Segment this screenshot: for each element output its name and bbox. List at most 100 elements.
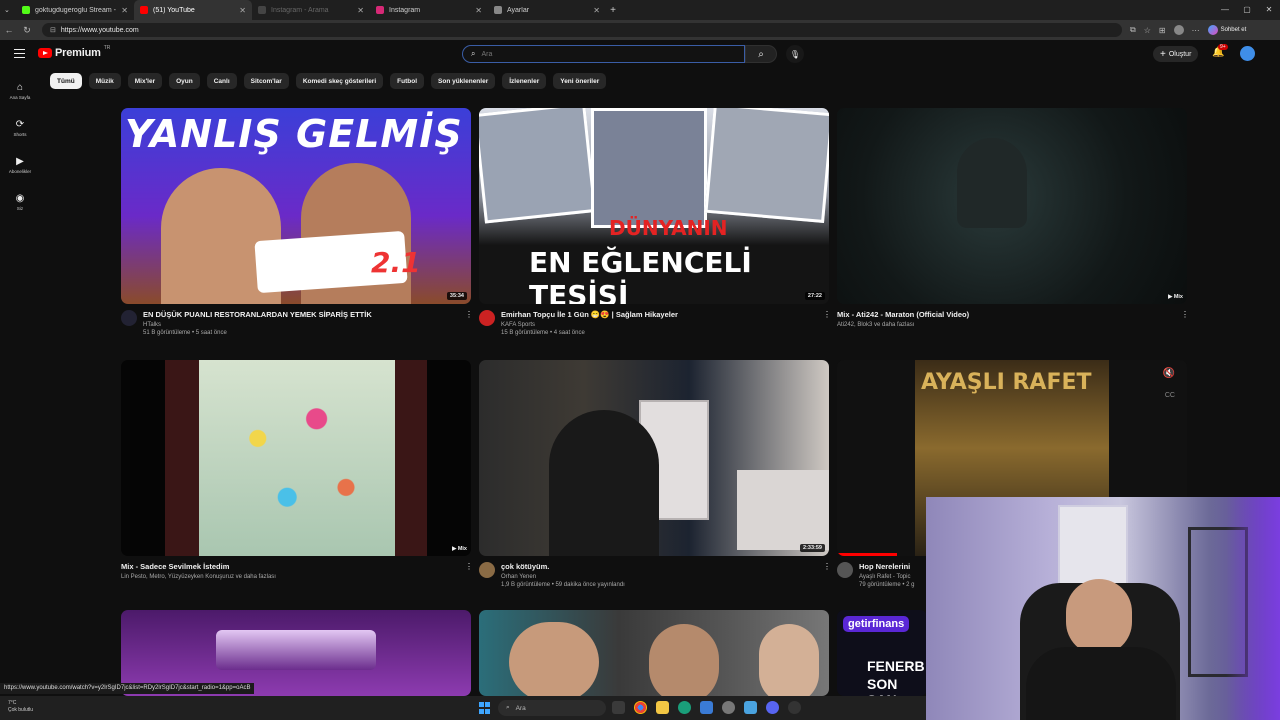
- hamburger-menu-icon[interactable]: [14, 49, 25, 58]
- video-card[interactable]: DÜNYANIN EN EĞLENCELİ TESİSİ 27:22 Emirh…: [479, 108, 831, 336]
- new-tab-button[interactable]: +: [606, 5, 620, 16]
- minimize-button[interactable]: —: [1214, 0, 1236, 20]
- site-info-icon[interactable]: ⊟: [50, 26, 56, 34]
- copilot-chat-button[interactable]: Sohbet et: [1207, 25, 1246, 35]
- tab-dropdown[interactable]: ⌄: [0, 0, 16, 20]
- close-tab-icon[interactable]: ✕: [239, 6, 246, 15]
- youtube-logo[interactable]: Premium TR: [38, 45, 110, 59]
- channel-avatar[interactable]: [479, 310, 495, 326]
- favorite-star-icon[interactable]: ☆: [1144, 26, 1151, 35]
- sidebar-item-you[interactable]: ◉ Siz: [0, 183, 40, 220]
- close-tab-icon[interactable]: ✕: [357, 6, 364, 15]
- video-card[interactable]: 2:33:59 çok kötüyüm. Orhan Yenen 1,9 B g…: [479, 360, 831, 588]
- video-thumbnail[interactable]: [479, 610, 829, 696]
- notifications-bell-icon[interactable]: 🔔 9+: [1212, 44, 1228, 58]
- filter-chip[interactable]: Sitcom'lar: [243, 73, 289, 89]
- sidebar-item-subscriptions[interactable]: ▶ Abonelikler: [0, 146, 40, 183]
- search-icon: ⌕: [471, 49, 476, 58]
- notepad-icon[interactable]: [744, 701, 757, 714]
- video-card[interactable]: [479, 610, 829, 696]
- video-card[interactable]: ▶ Mix Mix - Ati242 - Maraton (Official V…: [837, 108, 1189, 328]
- extensions-icon[interactable]: ⧉: [1130, 25, 1136, 35]
- video-thumbnail[interactable]: DÜNYANIN EN EĞLENCELİ TESİSİ 27:22: [479, 108, 829, 304]
- account-avatar[interactable]: [1240, 46, 1255, 61]
- discord-icon[interactable]: [766, 701, 779, 714]
- video-thumbnail[interactable]: getirfinans FENERB SON SAN: [837, 610, 927, 696]
- obs-icon[interactable]: [788, 701, 801, 714]
- browser-tab[interactable]: Ayarlar ✕: [488, 0, 606, 20]
- video-title[interactable]: çok kötüyüm.: [501, 562, 817, 571]
- close-tab-icon[interactable]: ✕: [593, 6, 600, 15]
- video-thumbnail[interactable]: ▶ Mix: [121, 360, 471, 556]
- filter-chip[interactable]: Müzik: [88, 73, 121, 89]
- channel-name[interactable]: KAFA Sports: [501, 322, 817, 328]
- window-controls: — ▢ ✕: [1214, 0, 1280, 20]
- video-title[interactable]: Mix - Ati242 - Maraton (Official Video): [837, 310, 1175, 319]
- filter-chip[interactable]: İzlenenler: [502, 73, 547, 89]
- video-card[interactable]: YANLIŞ GELMİŞ 2.1 35:34 EN DÜŞÜK PUANLI …: [121, 108, 473, 336]
- settings-icon[interactable]: [722, 701, 735, 714]
- close-tab-icon[interactable]: ✕: [475, 6, 482, 15]
- taskbar-search[interactable]: ⌕ Ara: [498, 700, 606, 716]
- video-title[interactable]: Emirhan Topçu İle 1 Gün 😁😍 | Sağlam Hika…: [501, 310, 817, 319]
- weather-widget[interactable]: 7°C Çok bulutlu: [8, 700, 33, 714]
- url-field[interactable]: ⊟ https://www.youtube.com: [42, 23, 1122, 37]
- search-input[interactable]: [481, 50, 722, 58]
- more-actions-icon[interactable]: ⋮: [465, 310, 473, 336]
- refresh-button[interactable]: ↻: [18, 25, 36, 36]
- sidebar-item-shorts[interactable]: ⟳ Shorts: [0, 109, 40, 146]
- back-button[interactable]: ←: [0, 25, 18, 35]
- filter-chip[interactable]: Futbol: [390, 73, 425, 89]
- video-thumbnail[interactable]: 2:33:59: [479, 360, 829, 556]
- more-actions-icon[interactable]: ⋮: [1181, 310, 1189, 328]
- captions-icon[interactable]: CC: [1165, 392, 1175, 399]
- filter-chip[interactable]: Komedi skeç gösterileri: [295, 73, 384, 89]
- filter-chip[interactable]: Tümü: [50, 73, 82, 89]
- channel-name[interactable]: HTalks: [143, 322, 459, 328]
- more-actions-icon[interactable]: ⋮: [465, 562, 473, 580]
- video-card[interactable]: getirfinans FENERB SON SAN: [837, 610, 927, 696]
- video-thumbnail[interactable]: YANLIŞ GELMİŞ 2.1 35:34: [121, 108, 471, 304]
- chrome-icon[interactable]: [634, 701, 647, 714]
- video-thumbnail[interactable]: ▶ Mix: [837, 108, 1187, 304]
- maximize-button[interactable]: ▢: [1236, 0, 1258, 20]
- voice-search-button[interactable]: 🎙: [786, 45, 804, 63]
- mini-guide-sidebar: ⌂ Ana Sayfa ⟳ Shorts ▶ Abonelikler ◉ Siz: [0, 72, 40, 220]
- filter-chip[interactable]: Oyun: [169, 73, 200, 89]
- more-menu-icon[interactable]: ⋯: [1192, 26, 1200, 35]
- browser-tab[interactable]: (51) YouTube ✕: [134, 0, 252, 20]
- mute-icon[interactable]: 🔇: [1163, 368, 1175, 379]
- search-button[interactable]: ⌕: [745, 45, 777, 63]
- tab-title: Ayarlar: [507, 6, 530, 14]
- browser-tab[interactable]: goktugdugeroglu Stream - Watch ✕: [16, 0, 134, 20]
- create-button[interactable]: + Oluştur: [1153, 46, 1199, 62]
- close-window-button[interactable]: ✕: [1258, 0, 1280, 20]
- close-tab-icon[interactable]: ✕: [121, 6, 128, 15]
- more-actions-icon[interactable]: ⋮: [823, 310, 831, 336]
- edge-icon[interactable]: [678, 701, 691, 714]
- copilot-icon: [1207, 25, 1218, 35]
- browser-tab[interactable]: Instagram ✕: [370, 0, 488, 20]
- channel-avatar[interactable]: [837, 562, 853, 578]
- tab-title: Instagram: [389, 6, 421, 14]
- channel-name[interactable]: Orhan Yenen: [501, 574, 817, 580]
- browser-tab[interactable]: Instagram - Arama ✕: [252, 0, 370, 20]
- more-actions-icon[interactable]: ⋮: [823, 562, 831, 588]
- chevron-down-icon: ⌄: [4, 7, 10, 14]
- video-card[interactable]: ▶ Mix Mix - Sadece Sevilmek İstedim Lin …: [121, 360, 473, 580]
- filter-chip[interactable]: Yeni öneriler: [553, 73, 607, 89]
- filter-chip[interactable]: Canlı: [206, 73, 237, 89]
- file-explorer-icon[interactable]: [656, 701, 669, 714]
- sidebar-item-home[interactable]: ⌂ Ana Sayfa: [0, 72, 40, 109]
- store-icon[interactable]: [700, 701, 713, 714]
- video-title[interactable]: EN DÜŞÜK PUANLI RESTORANLARDAN YEMEK SİP…: [143, 310, 459, 319]
- profile-avatar[interactable]: [1173, 25, 1184, 35]
- start-button[interactable]: [479, 702, 491, 714]
- collections-icon[interactable]: ⊞: [1159, 26, 1166, 35]
- filter-chip[interactable]: Son yüklenenler: [431, 73, 496, 89]
- task-view-icon[interactable]: [612, 701, 625, 714]
- filter-chip[interactable]: Mix'ler: [127, 73, 163, 89]
- channel-avatar[interactable]: [479, 562, 495, 578]
- video-title[interactable]: Mix - Sadece Sevilmek İstedim: [121, 562, 459, 571]
- channel-avatar[interactable]: [121, 310, 137, 326]
